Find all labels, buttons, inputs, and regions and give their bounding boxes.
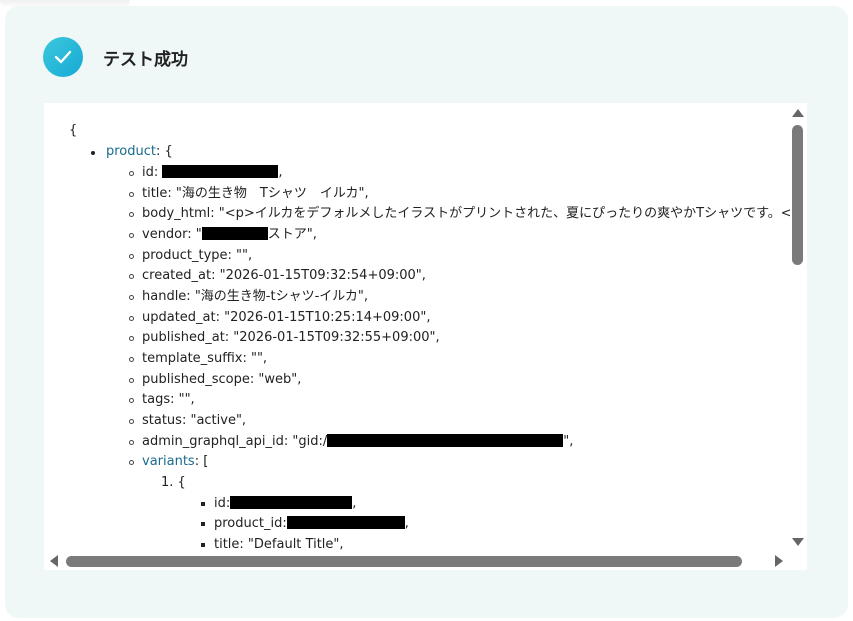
json-line-product-type: product_type: "", <box>142 248 253 263</box>
result-title: テスト成功 <box>103 50 188 70</box>
json-line-id: id: , <box>142 163 283 184</box>
redacted-value <box>327 434 564 447</box>
bullet <box>129 233 134 238</box>
success-badge <box>43 37 83 77</box>
scroll-right-icon[interactable] <box>775 555 783 567</box>
redacted-value <box>162 165 279 178</box>
json-line-title: title: "海の生き物 Tシャツ イルカ", <box>142 186 369 201</box>
json-line-handle: handle: "海の生き物-tシャツ-イルカ", <box>142 289 368 304</box>
redacted-value <box>230 496 353 509</box>
bullet <box>129 398 134 403</box>
bullet <box>129 336 134 341</box>
json-line-created-at: created_at: "2026-01-15T09:32:54+09:00", <box>142 268 426 283</box>
bullet <box>201 522 205 526</box>
vendor-suffix: ストア", <box>267 227 317 242</box>
scroll-left-icon[interactable] <box>50 555 58 567</box>
bullet <box>129 274 134 279</box>
json-line-status: status: "active", <box>142 413 247 428</box>
json-output-panel[interactable]: { product: { id: , title: "海の生き物 Tシャツ イル… <box>44 103 807 570</box>
bullet <box>129 295 134 300</box>
vertical-scroll-thumb[interactable] <box>792 125 803 265</box>
variant-id-suffix: , <box>352 496 357 511</box>
json-line-tags: tags: "", <box>142 392 195 407</box>
json-line-variant-title: title: "Default Title", <box>214 537 344 552</box>
bullet <box>91 151 95 155</box>
json-output: { product: { id: , title: "海の生き物 Tシャツ イル… <box>44 103 790 553</box>
bullet <box>129 254 134 259</box>
admin-suffix: ", <box>563 434 574 449</box>
variant-product-id-suffix: , <box>404 516 409 531</box>
scroll-down-icon[interactable] <box>792 538 804 546</box>
bullet <box>129 192 134 197</box>
variant-product-id-key: product_id: <box>214 516 287 531</box>
variant-item-line: 1. { <box>161 473 186 494</box>
bullet <box>129 378 134 383</box>
product-suffix: : { <box>156 144 173 159</box>
product-line: product: { <box>106 142 173 163</box>
bullet <box>129 316 134 321</box>
vendor-key: vendor: " <box>142 227 202 242</box>
id-suffix: , <box>278 165 283 180</box>
json-line-admin-graphql-api-id: admin_graphql_api_id: "gid:/ ", <box>142 432 573 453</box>
bullet <box>129 171 134 176</box>
json-open-brace: { <box>69 123 78 138</box>
json-line-published-at: published_at: "2026-01-15T09:32:55+09:00… <box>142 330 440 345</box>
check-icon <box>54 50 72 64</box>
json-line-published-scope: published_scope: "web", <box>142 372 302 387</box>
json-line-variant-product-id: product_id:, <box>214 514 409 535</box>
id-key: id: <box>142 165 163 180</box>
json-line-body-html: body_html: "<p>イルカをデフォルメしたイラストがプリントされた、夏… <box>142 206 790 221</box>
bullet <box>129 212 134 217</box>
bullet <box>129 460 134 465</box>
redacted-value <box>286 516 405 529</box>
json-line-variant-id: id:, <box>214 494 356 515</box>
admin-key: admin_graphql_api_id: "gid:/ <box>142 434 328 449</box>
variants-line: variants: [ <box>142 452 208 473</box>
json-line-vendor: vendor: " ストア", <box>142 225 317 246</box>
list-number: 1. <box>161 475 174 490</box>
bullet <box>129 440 134 445</box>
bullet <box>201 543 205 547</box>
product-key[interactable]: product <box>106 144 156 159</box>
bullet <box>201 502 205 506</box>
bullet <box>129 419 134 424</box>
variants-key[interactable]: variants <box>142 454 195 469</box>
bullet <box>129 357 134 362</box>
variants-suffix: : [ <box>194 454 209 469</box>
variant-id-key: id: <box>214 496 231 511</box>
redacted-value <box>201 227 268 240</box>
scroll-up-icon[interactable] <box>792 109 804 117</box>
json-line-updated-at: updated_at: "2026-01-15T10:25:14+09:00", <box>142 310 431 325</box>
horizontal-scroll-thumb[interactable] <box>66 556 742 567</box>
item-open-brace: { <box>177 475 186 490</box>
json-line-template-suffix: template_suffix: "", <box>142 351 268 366</box>
